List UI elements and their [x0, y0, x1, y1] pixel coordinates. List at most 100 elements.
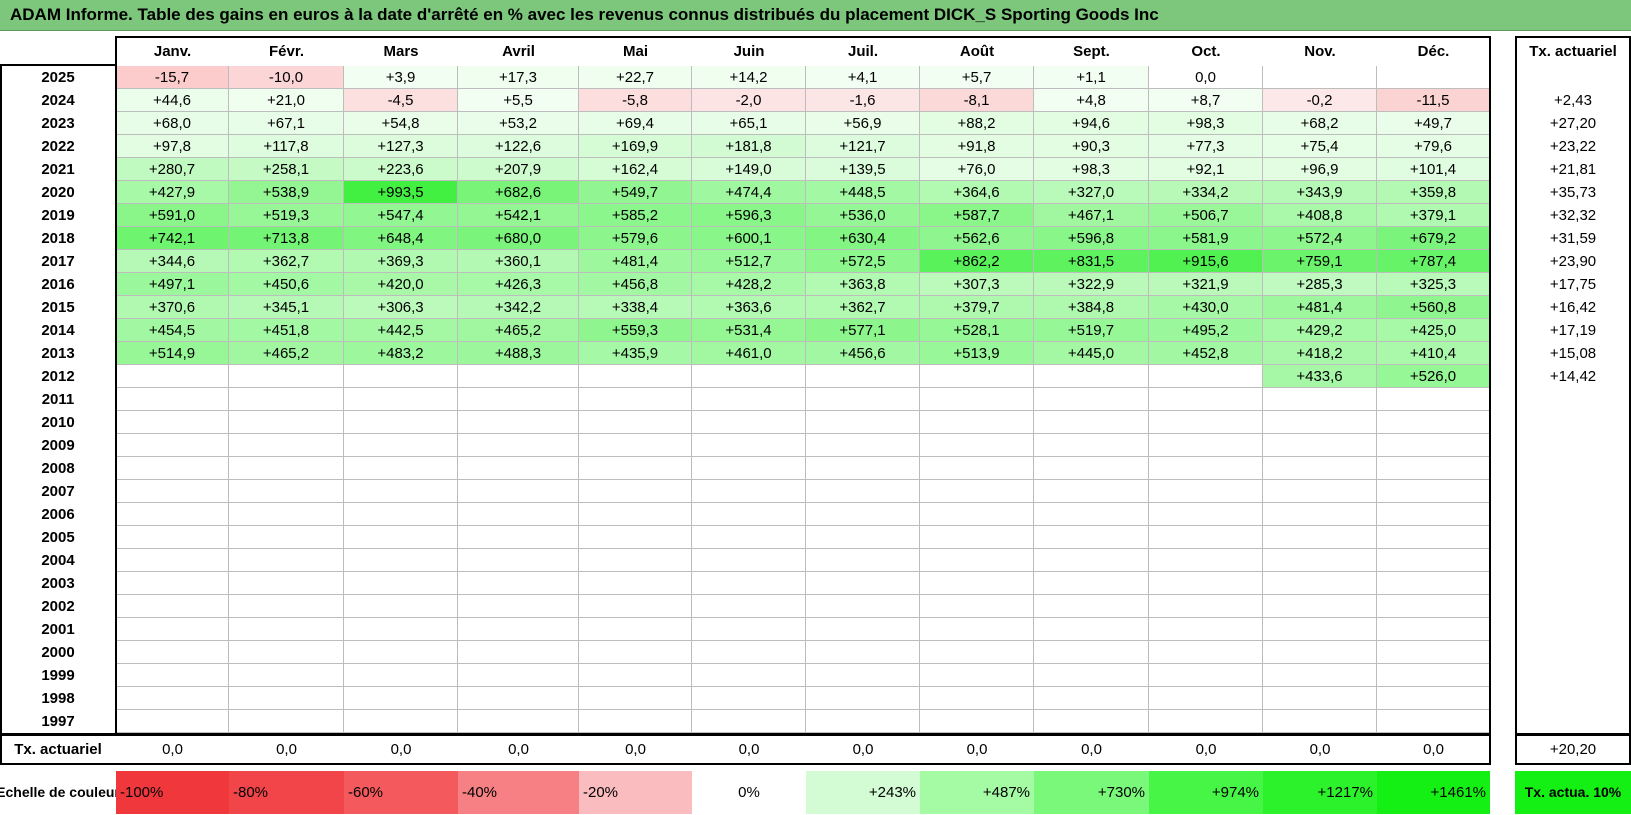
table-cell: +75,4: [1263, 135, 1377, 158]
table-cell: [1263, 664, 1377, 687]
table-cell: +96,9: [1263, 158, 1377, 181]
year-label: 2008: [41, 460, 75, 477]
table-cell: [1034, 434, 1149, 457]
table-cell: [1263, 710, 1377, 733]
table-cell: [116, 687, 229, 710]
table-cell: [1149, 503, 1263, 526]
table-cell: [1377, 480, 1490, 503]
table-cell: [920, 411, 1034, 434]
table-cell: [1034, 710, 1149, 733]
table-cell: +149,0: [692, 158, 806, 181]
table-cell: +442,5: [344, 319, 458, 342]
rate-cell: +14,42: [1549, 368, 1597, 385]
rate-cell: +15,08: [1549, 345, 1597, 362]
table-cell: [1034, 595, 1149, 618]
year-label: 2012: [41, 368, 75, 385]
table-cell: [116, 434, 229, 457]
table-cell: +121,7: [806, 135, 920, 158]
month-header: Avril: [502, 42, 535, 60]
table-cell: [1149, 411, 1263, 434]
table-cell: +474,4: [692, 181, 806, 204]
table-cell: +587,7: [920, 204, 1034, 227]
table-cell: +3,9: [344, 66, 458, 89]
table-cell: +327,0: [1034, 181, 1149, 204]
table-cell: [1377, 664, 1490, 687]
table-cell: +456,6: [806, 342, 920, 365]
color-scale-swatch: -20%: [579, 771, 692, 814]
table-cell: [344, 687, 458, 710]
rate-cell: +21,81: [1549, 161, 1597, 178]
table-cell: [1377, 572, 1490, 595]
table-cell: [692, 710, 806, 733]
table-cell: [692, 526, 806, 549]
year-label: 2006: [41, 506, 75, 523]
table-cell: [1149, 365, 1263, 388]
table-cell: [116, 365, 229, 388]
table-cell: [579, 618, 692, 641]
table-cell: [692, 549, 806, 572]
table-cell: +428,2: [692, 273, 806, 296]
table-cell: [1377, 618, 1490, 641]
table-cell: [344, 434, 458, 457]
table-cell: +531,4: [692, 319, 806, 342]
table-cell: [229, 549, 344, 572]
table-cell: -15,7: [116, 66, 229, 89]
table-cell: [579, 549, 692, 572]
year-label: 1999: [41, 667, 75, 684]
table-cell: +481,4: [579, 250, 692, 273]
table-cell: +5,7: [920, 66, 1034, 89]
table-cell: [579, 687, 692, 710]
table-cell: [116, 411, 229, 434]
table-cell: [579, 457, 692, 480]
rate-cell: +2,43: [1554, 92, 1592, 109]
table-cell: [692, 434, 806, 457]
table-cell: [806, 572, 920, 595]
table-cell: [1263, 549, 1377, 572]
table-cell: -10,0: [229, 66, 344, 89]
table-cell: +514,9: [116, 342, 229, 365]
footer-cell: 0,0: [508, 741, 529, 758]
table-cell: [229, 365, 344, 388]
table-cell: [1034, 641, 1149, 664]
table-cell: [1034, 388, 1149, 411]
year-label: 1997: [41, 713, 75, 730]
table-cell: +408,8: [1263, 204, 1377, 227]
table-cell: [1263, 618, 1377, 641]
table-cell: [116, 664, 229, 687]
table-cell: [806, 503, 920, 526]
color-scale-swatch: +487%: [920, 771, 1034, 814]
table-cell: [458, 411, 579, 434]
table-cell: +127,3: [344, 135, 458, 158]
table-cell: +577,1: [806, 319, 920, 342]
table-cell: [920, 503, 1034, 526]
table-cell: [1034, 411, 1149, 434]
table-cell: [692, 457, 806, 480]
table-cell: +430,0: [1149, 296, 1263, 319]
rate-cell: [1515, 66, 1631, 89]
table-cell: +79,6: [1377, 135, 1490, 158]
year-label: 2013: [41, 345, 75, 362]
table-cell: [1034, 572, 1149, 595]
table-cell: [116, 526, 229, 549]
color-scale-swatch: -60%: [344, 771, 458, 814]
color-scale-swatch: -40%: [458, 771, 579, 814]
table-cell: +67,1: [229, 112, 344, 135]
rate-cell: [1515, 664, 1631, 687]
footer-cell: 0,0: [852, 741, 874, 758]
table-cell: +1,1: [1034, 66, 1149, 89]
table-cell: +596,8: [1034, 227, 1149, 250]
table-cell: +321,9: [1149, 273, 1263, 296]
table-cell: +630,4: [806, 227, 920, 250]
table-cell: [229, 664, 344, 687]
table-cell: +682,6: [458, 181, 579, 204]
table-cell: [1377, 503, 1490, 526]
table-cell: +483,2: [344, 342, 458, 365]
table-cell: +345,1: [229, 296, 344, 319]
table-cell: +68,0: [116, 112, 229, 135]
table-cell: +425,0: [1377, 319, 1490, 342]
table-cell: +519,3: [229, 204, 344, 227]
table-cell: +467,1: [1034, 204, 1149, 227]
table-cell: [1034, 457, 1149, 480]
table-cell: +461,0: [692, 342, 806, 365]
table-cell: +54,8: [344, 112, 458, 135]
